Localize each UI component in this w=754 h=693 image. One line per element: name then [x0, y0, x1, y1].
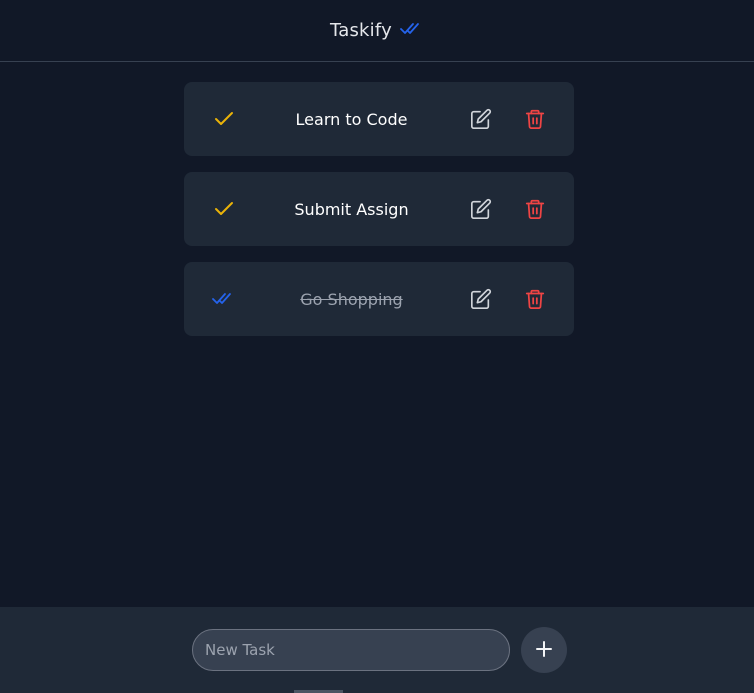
new-task-input[interactable]	[192, 629, 510, 671]
check-icon[interactable]	[212, 107, 236, 131]
task-list: Learn to Code Submit Assign Go Shopping	[184, 82, 574, 352]
pencil-icon[interactable]	[469, 287, 493, 311]
task-text: Go Shopping	[300, 289, 403, 309]
task-text: Submit Assign	[294, 199, 409, 219]
trash-icon[interactable]	[523, 287, 547, 311]
plus-icon	[535, 640, 553, 661]
double-check-icon[interactable]	[212, 287, 236, 311]
task-item: Submit Assign	[184, 172, 574, 246]
add-task-button[interactable]	[521, 627, 567, 673]
trash-icon[interactable]	[523, 197, 547, 221]
pencil-icon[interactable]	[469, 197, 493, 221]
check-icon[interactable]	[212, 197, 236, 221]
footer-bar	[0, 607, 754, 693]
task-item: Learn to Code	[184, 82, 574, 156]
task-text: Learn to Code	[295, 109, 408, 129]
pencil-icon[interactable]	[469, 107, 493, 131]
double-check-icon	[400, 21, 424, 41]
app-header: Taskify	[0, 0, 754, 62]
task-item: Go Shopping	[184, 262, 574, 336]
app-title: Taskify	[330, 20, 392, 41]
trash-icon[interactable]	[523, 107, 547, 131]
